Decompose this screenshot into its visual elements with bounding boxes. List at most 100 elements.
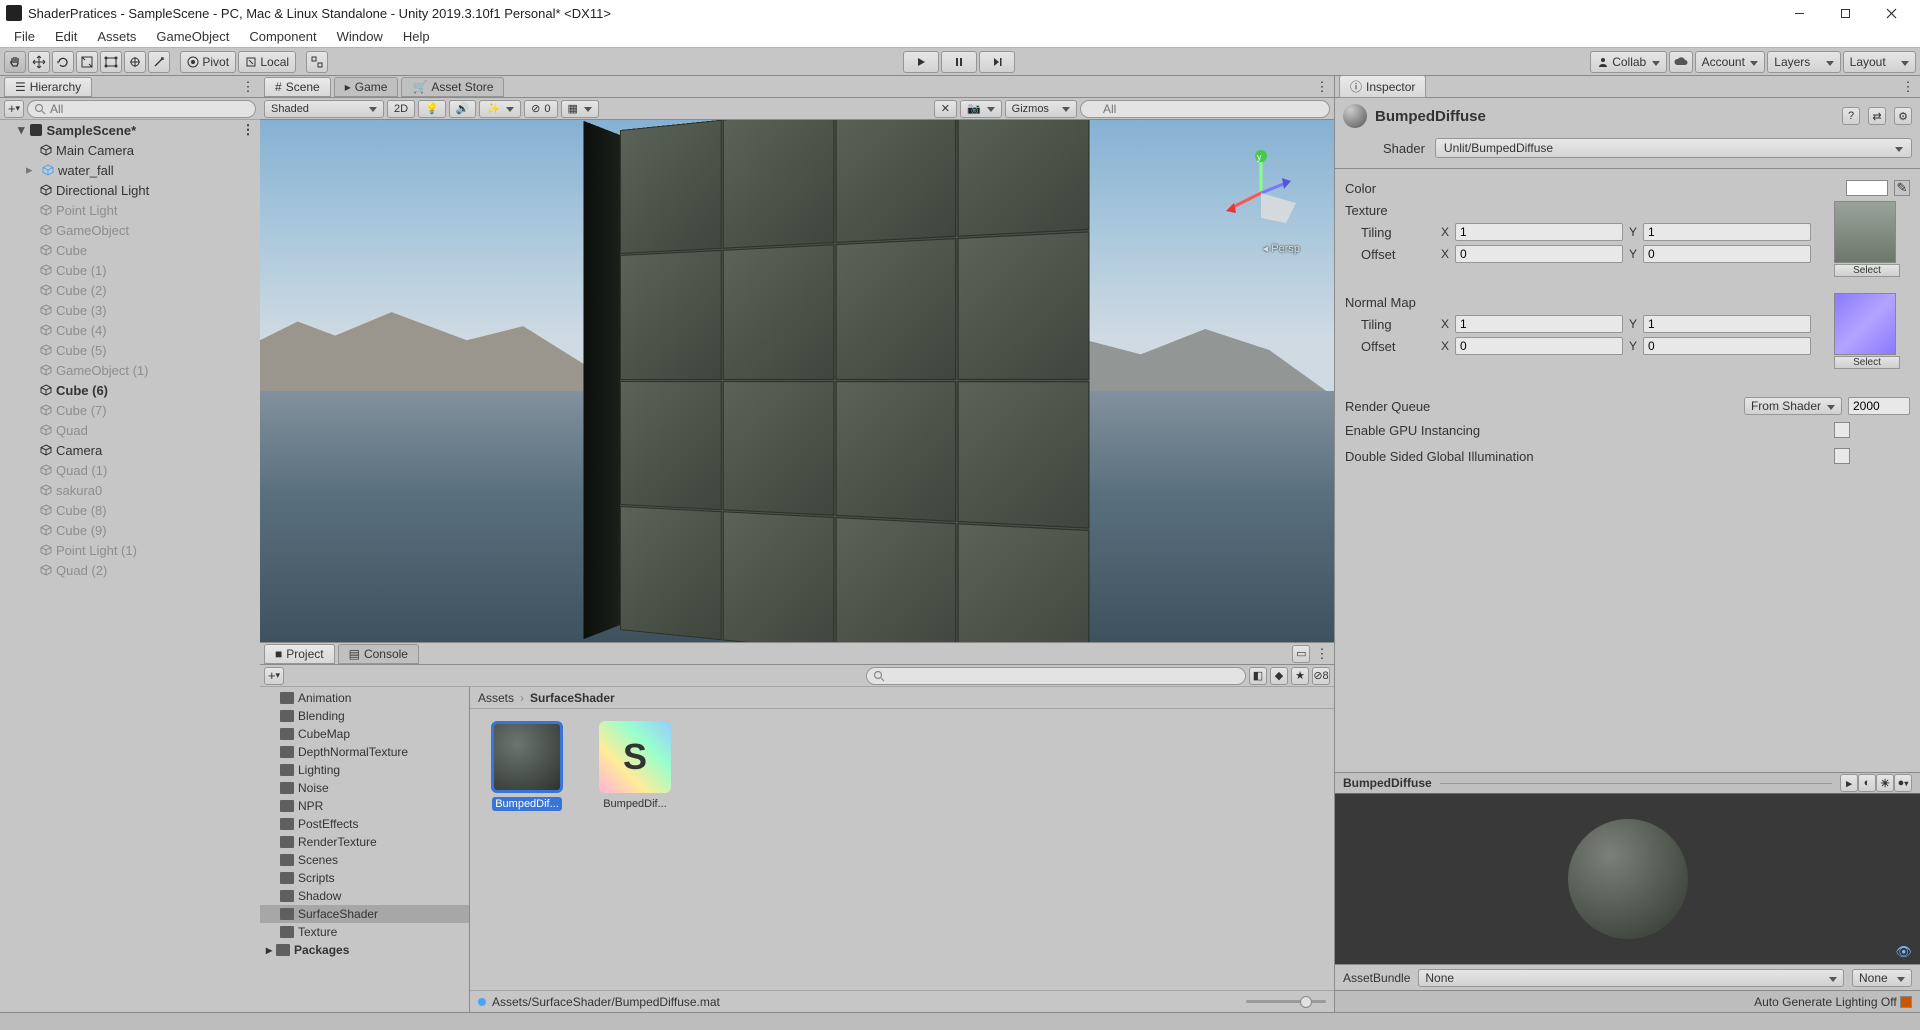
scene-viewport[interactable]: y ◂ Persp <box>260 120 1334 642</box>
hierarchy-context-button[interactable]: ⋮ <box>240 79 256 95</box>
normalmap-select-button[interactable]: Select <box>1834 356 1900 369</box>
scene-tab[interactable]: # Scene <box>264 77 331 97</box>
tex-tiling-x-input[interactable] <box>1455 223 1623 241</box>
scene-tools-button[interactable]: ✕ <box>934 100 957 118</box>
hierarchy-item[interactable]: Cube (5) <box>0 340 260 360</box>
hierarchy-item[interactable]: Cube (9) <box>0 520 260 540</box>
normalmap-slot[interactable] <box>1834 293 1896 355</box>
custom-tool-button[interactable] <box>148 51 170 73</box>
hierarchy-tab[interactable]: ☰ Hierarchy <box>4 77 92 97</box>
folder-row[interactable]: PostEffects <box>260 815 469 833</box>
console-tab[interactable]: ▤ Console <box>338 644 419 664</box>
menu-window[interactable]: Window <box>327 26 393 47</box>
project-folder-tree[interactable]: AnimationBlendingCubeMapDepthNormalTextu… <box>260 687 470 1012</box>
render-queue-value-input[interactable] <box>1848 397 1910 415</box>
hierarchy-item[interactable]: Quad (1) <box>0 460 260 480</box>
maximize-button[interactable] <box>1822 0 1868 26</box>
folder-row[interactable]: DepthNormalTexture <box>260 743 469 761</box>
preset-button[interactable]: ⇄ <box>1868 107 1886 125</box>
asset-grid[interactable]: BumpedDif... S BumpedDif... <box>470 709 1334 990</box>
snap-button[interactable] <box>306 51 328 73</box>
pivot-toggle-button[interactable]: Pivot <box>180 51 236 73</box>
nrm-offset-x-input[interactable] <box>1455 337 1623 355</box>
pause-button[interactable] <box>941 51 977 73</box>
hierarchy-item[interactable]: Cube (1) <box>0 260 260 280</box>
tex-tiling-y-input[interactable] <box>1643 223 1811 241</box>
scene-light-toggle[interactable]: 💡 <box>418 100 446 118</box>
hierarchy-item[interactable]: ▸water_fall <box>0 160 260 180</box>
assetbundle-variant-dropdown[interactable]: None <box>1852 969 1912 987</box>
tex-offset-x-input[interactable] <box>1455 245 1623 263</box>
breadcrumb-assets[interactable]: Assets <box>478 691 514 705</box>
folder-row[interactable]: RenderTexture <box>260 833 469 851</box>
hand-tool-button[interactable] <box>4 51 26 73</box>
menu-gameobject[interactable]: GameObject <box>146 26 239 47</box>
inspector-context-button[interactable]: ⋮ <box>1900 79 1916 95</box>
folder-row[interactable]: Lighting <box>260 761 469 779</box>
projection-label[interactable]: ◂ Persp <box>1263 242 1300 255</box>
hierarchy-item[interactable]: Quad <box>0 420 260 440</box>
2d-toggle[interactable]: 2D <box>387 100 415 118</box>
gpu-instancing-checkbox[interactable] <box>1834 422 1850 438</box>
nrm-tiling-y-input[interactable] <box>1643 315 1811 333</box>
project-tab[interactable]: ■ Project <box>264 644 335 664</box>
texture-select-button[interactable]: Select <box>1834 264 1900 277</box>
scene-context-button[interactable]: ⋮ <box>1314 79 1330 95</box>
hierarchy-item[interactable]: Point Light (1) <box>0 540 260 560</box>
scene-hidden-toggle[interactable]: ⊘0 <box>524 100 557 118</box>
hierarchy-item[interactable]: Cube (2) <box>0 280 260 300</box>
folder-row[interactable]: NPR <box>260 797 469 815</box>
settings-button[interactable]: ⚙ <box>1894 107 1912 125</box>
hierarchy-create-button[interactable]: +▾ <box>4 100 24 118</box>
shading-mode-dropdown[interactable]: Shaded <box>264 100 384 118</box>
hierarchy-item[interactable]: Quad (2) <box>0 560 260 580</box>
shader-dropdown[interactable]: Unlit/BumpedDiffuse <box>1435 138 1912 158</box>
breadcrumb-folder[interactable]: SurfaceShader <box>530 691 615 705</box>
tex-offset-y-input[interactable] <box>1643 245 1811 263</box>
material-preview-viewport[interactable]: 👁 <box>1335 794 1920 964</box>
scene-audio-toggle[interactable]: 🔊 <box>449 100 477 118</box>
scene-root-row[interactable]: ▾ SampleScene* ⋮ <box>0 120 260 140</box>
scale-tool-button[interactable] <box>76 51 98 73</box>
project-search-input[interactable] <box>866 667 1246 685</box>
menu-file[interactable]: File <box>4 26 45 47</box>
project-create-button[interactable]: +▾ <box>264 667 284 685</box>
hierarchy-item[interactable]: Cube (3) <box>0 300 260 320</box>
color-swatch[interactable] <box>1846 180 1888 196</box>
scene-fx-toggle[interactable]: ✨ <box>479 100 521 118</box>
double-sided-gi-checkbox[interactable] <box>1834 448 1850 464</box>
hierarchy-item[interactable]: Cube (8) <box>0 500 260 520</box>
hierarchy-item[interactable]: Cube (7) <box>0 400 260 420</box>
scene-context-button[interactable]: ⋮ <box>240 122 256 138</box>
scene-search-input[interactable] <box>1080 100 1330 118</box>
scene-grid-toggle[interactable]: ▦ <box>561 100 599 118</box>
hierarchy-search-input[interactable] <box>27 100 256 118</box>
project-context-button[interactable]: ⋮ <box>1314 646 1330 662</box>
nrm-tiling-x-input[interactable] <box>1455 315 1623 333</box>
layers-dropdown[interactable]: Layers <box>1767 51 1840 73</box>
close-button[interactable] <box>1868 0 1914 26</box>
account-dropdown[interactable]: Account <box>1695 51 1766 73</box>
asset-item-material[interactable]: BumpedDif... <box>482 721 572 811</box>
project-filter-label-button[interactable]: ◆ <box>1270 667 1288 685</box>
menu-edit[interactable]: Edit <box>45 26 87 47</box>
render-queue-mode-dropdown[interactable]: From Shader <box>1744 397 1842 415</box>
hierarchy-item[interactable]: Main Camera <box>0 140 260 160</box>
play-button[interactable] <box>903 51 939 73</box>
move-tool-button[interactable] <box>28 51 50 73</box>
hierarchy-item[interactable]: sakura0 <box>0 480 260 500</box>
preview-visibility-icon[interactable]: 👁 <box>1895 944 1912 960</box>
hierarchy-item[interactable]: GameObject (1) <box>0 360 260 380</box>
assetbundle-name-dropdown[interactable]: None <box>1418 969 1844 987</box>
game-tab[interactable]: ▸ Game <box>334 77 399 97</box>
color-picker-button[interactable]: ✎ <box>1894 180 1910 196</box>
preview-reflection-button[interactable]: ●▾ <box>1894 774 1912 792</box>
preview-play-button[interactable]: ▸ <box>1840 774 1858 792</box>
scene-camera-button[interactable]: 📷 <box>960 100 1002 118</box>
preview-light-button[interactable]: ☀ <box>1876 774 1894 792</box>
project-favorite-button[interactable]: ★ <box>1291 667 1309 685</box>
texture-slot[interactable] <box>1834 201 1896 263</box>
hierarchy-item[interactable]: Point Light <box>0 200 260 220</box>
project-collapse-button[interactable]: ▭ <box>1292 645 1310 663</box>
layout-dropdown[interactable]: Layout <box>1843 51 1916 73</box>
